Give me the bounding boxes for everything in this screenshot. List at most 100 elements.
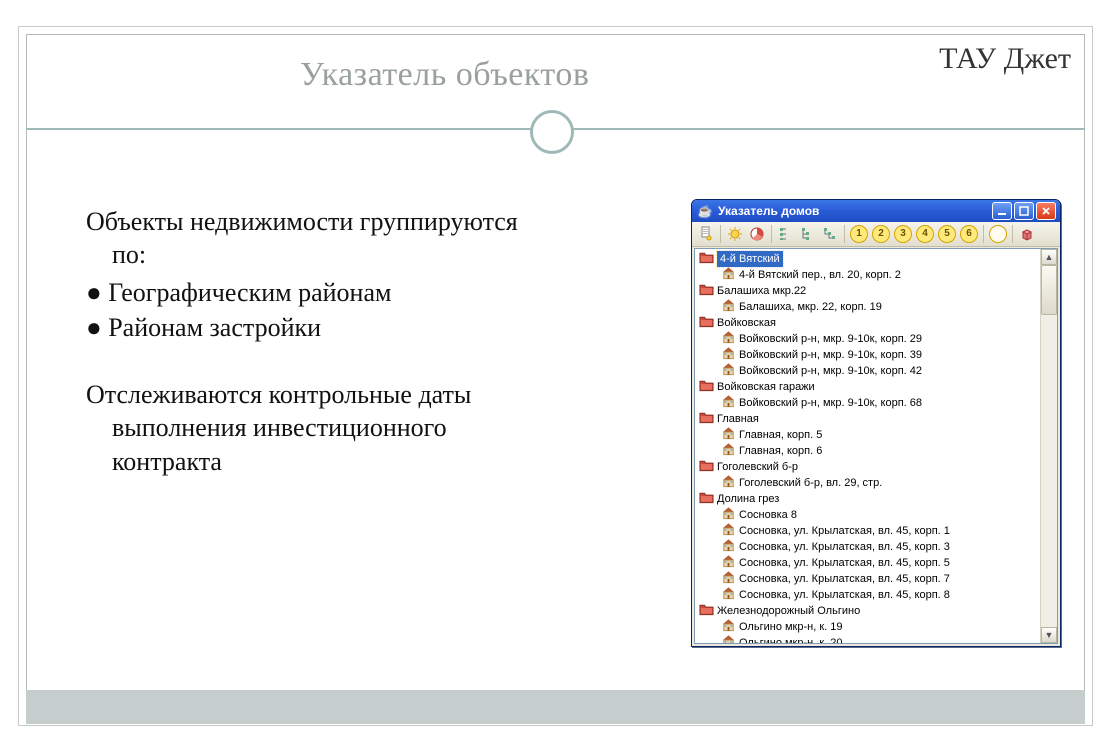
bullet-1: ● Географическим районам bbox=[86, 276, 646, 309]
window-titlebar[interactable]: ☕ Указатель домов bbox=[692, 200, 1060, 222]
pie-icon[interactable] bbox=[747, 224, 767, 244]
tree-item[interactable]: Сосновка, ул. Крылатская, вл. 45, корп. … bbox=[699, 555, 1039, 571]
house-icon bbox=[721, 442, 739, 461]
blank-circle-icon[interactable] bbox=[988, 224, 1008, 244]
house-icon bbox=[721, 474, 739, 493]
toolbar-separator bbox=[1012, 225, 1013, 243]
brand-label: ТАУ Джет bbox=[939, 42, 1071, 76]
tree-item[interactable]: Сосновка, ул. Крылатская, вл. 45, корп. … bbox=[699, 587, 1039, 603]
slide: Указатель объектов ТАУ Джет Объекты недв… bbox=[0, 0, 1111, 737]
tree-folder[interactable]: 4-й Вятский bbox=[699, 251, 1039, 267]
status-3-button[interactable]: 3 bbox=[893, 224, 913, 244]
para2-line2: выполнения инвестиционного bbox=[86, 411, 646, 444]
tree-item[interactable]: Сосновка, ул. Крылатская, вл. 45, корп. … bbox=[699, 523, 1039, 539]
scroll-up-button[interactable]: ▲ bbox=[1041, 249, 1057, 265]
para1-line2: по: bbox=[86, 238, 646, 271]
toolbar-separator bbox=[771, 225, 772, 243]
window-title: Указатель домов bbox=[718, 204, 986, 218]
tree-folder[interactable]: Железнодорожный Ольгино bbox=[699, 603, 1039, 619]
house-icon bbox=[721, 362, 739, 381]
tree-item-label: Сосновка, ул. Крылатская, вл. 45, корп. … bbox=[739, 539, 950, 555]
tree-pane: 4-й Вятский4-й Вятский пер., вл. 20, кор… bbox=[694, 248, 1058, 644]
house-icon bbox=[721, 298, 739, 317]
tree-item-label: Гоголевский б-р, вл. 29, стр. bbox=[739, 475, 882, 491]
tree-item[interactable]: Гоголевский б-р, вл. 29, стр. bbox=[699, 475, 1039, 491]
tree-folder[interactable]: Главная bbox=[699, 411, 1039, 427]
house-icon bbox=[721, 394, 739, 413]
tree-item[interactable]: Войковский р-н, мкр. 9-10к, корп. 68 bbox=[699, 395, 1039, 411]
status-2-button[interactable]: 2 bbox=[871, 224, 891, 244]
folder-icon bbox=[699, 490, 717, 509]
minimize-button[interactable] bbox=[992, 202, 1012, 220]
tree-item[interactable]: Войковский р-н, мкр. 9-10к, корп. 39 bbox=[699, 347, 1039, 363]
house-icon bbox=[721, 266, 739, 285]
tree-item-label: Главная, корп. 5 bbox=[739, 427, 822, 443]
tree-folder[interactable]: Войковская гаражи bbox=[699, 379, 1039, 395]
tree-item[interactable]: Балашиха, мкр. 22, корп. 19 bbox=[699, 299, 1039, 315]
toolbar-separator bbox=[720, 225, 721, 243]
tree-item-label: Балашиха, мкр. 22, корп. 19 bbox=[739, 299, 882, 315]
tree-folder[interactable]: Войковская bbox=[699, 315, 1039, 331]
scroll-thumb[interactable] bbox=[1041, 265, 1057, 315]
toolbar-separator bbox=[844, 225, 845, 243]
tree-item-label: Сосновка, ул. Крылатская, вл. 45, корп. … bbox=[739, 555, 950, 571]
tree3-icon[interactable] bbox=[820, 224, 840, 244]
bottom-band bbox=[26, 690, 1085, 724]
tree-item-label: Войковский р-н, мкр. 9-10к, корп. 68 bbox=[739, 395, 922, 411]
java-icon: ☕ bbox=[698, 204, 712, 218]
slide-title: Указатель объектов bbox=[300, 56, 589, 94]
tree-folder[interactable]: Гоголевский б-р bbox=[699, 459, 1039, 475]
tree-item-label: Сосновка, ул. Крылатская, вл. 45, корп. … bbox=[739, 587, 950, 603]
app-window: ☕ Указатель домов bbox=[691, 199, 1061, 647]
scroll-down-button[interactable]: ▼ bbox=[1041, 627, 1057, 643]
house-icon bbox=[721, 634, 739, 644]
divider-circle bbox=[530, 110, 574, 154]
doc-icon[interactable] bbox=[696, 224, 716, 244]
tree-item[interactable]: Сосновка, ул. Крылатская, вл. 45, корп. … bbox=[699, 539, 1039, 555]
tree-item-label: Войковский р-н, мкр. 9-10к, корп. 39 bbox=[739, 347, 922, 363]
folder-icon bbox=[699, 378, 717, 397]
close-button[interactable] bbox=[1036, 202, 1056, 220]
cube-icon[interactable] bbox=[1017, 224, 1037, 244]
folder-icon bbox=[699, 410, 717, 429]
tree-item[interactable]: Войковский р-н, мкр. 9-10к, корп. 42 bbox=[699, 363, 1039, 379]
toolbar-separator bbox=[983, 225, 984, 243]
tree-item-label: Ольгино мкр-н, к. 20 bbox=[739, 635, 843, 643]
folder-icon bbox=[699, 314, 717, 333]
tree-folder[interactable]: Долина грез bbox=[699, 491, 1039, 507]
para2-line1: Отслеживаются контрольные даты bbox=[86, 378, 646, 411]
vertical-scrollbar[interactable]: ▲ ▼ bbox=[1040, 249, 1057, 643]
status-6-button[interactable]: 6 bbox=[959, 224, 979, 244]
tree-item[interactable]: Сосновка, ул. Крылатская, вл. 45, корп. … bbox=[699, 571, 1039, 587]
para2-line3: контракта bbox=[86, 445, 646, 478]
sun-icon[interactable] bbox=[725, 224, 745, 244]
tree-item-label: Войковский р-н, мкр. 9-10к, корп. 42 bbox=[739, 363, 922, 379]
tree-item[interactable]: Главная, корп. 5 bbox=[699, 427, 1039, 443]
status-4-button[interactable]: 4 bbox=[915, 224, 935, 244]
tree-folder[interactable]: Балашиха мкр.22 bbox=[699, 283, 1039, 299]
status-1-button[interactable]: 1 bbox=[849, 224, 869, 244]
window-buttons bbox=[992, 202, 1056, 220]
bullet-2: ● Районам застройки bbox=[86, 311, 646, 344]
tree-item-label: 4-й Вятский пер., вл. 20, корп. 2 bbox=[739, 267, 901, 283]
tree-item[interactable]: Войковский р-н, мкр. 9-10к, корп. 29 bbox=[699, 331, 1039, 347]
folder-icon bbox=[699, 250, 717, 269]
tree-item[interactable]: Ольгино мкр-н, к. 20 bbox=[699, 635, 1039, 643]
folder-icon bbox=[699, 458, 717, 477]
tree-item[interactable]: Ольгино мкр-н, к. 19 bbox=[699, 619, 1039, 635]
tree-item[interactable]: Сосновка 8 bbox=[699, 507, 1039, 523]
folder-icon bbox=[699, 282, 717, 301]
tree-item[interactable]: 4-й Вятский пер., вл. 20, корп. 2 bbox=[699, 267, 1039, 283]
tree1-icon[interactable] bbox=[776, 224, 796, 244]
tree-item-label: Ольгино мкр-н, к. 19 bbox=[739, 619, 843, 635]
tree-item-label: Сосновка 8 bbox=[739, 507, 797, 523]
tree-item-label: Войковский р-н, мкр. 9-10к, корп. 29 bbox=[739, 331, 922, 347]
tree2-icon[interactable] bbox=[798, 224, 818, 244]
tree-item-label: Главная, корп. 6 bbox=[739, 443, 822, 459]
toolbar: 1 2 3 4 5 6 bbox=[692, 222, 1060, 247]
maximize-button[interactable] bbox=[1014, 202, 1034, 220]
tree[interactable]: 4-й Вятский4-й Вятский пер., вл. 20, кор… bbox=[695, 249, 1041, 643]
status-5-button[interactable]: 5 bbox=[937, 224, 957, 244]
tree-item[interactable]: Главная, корп. 6 bbox=[699, 443, 1039, 459]
tree-item-label: Сосновка, ул. Крылатская, вл. 45, корп. … bbox=[739, 571, 950, 587]
